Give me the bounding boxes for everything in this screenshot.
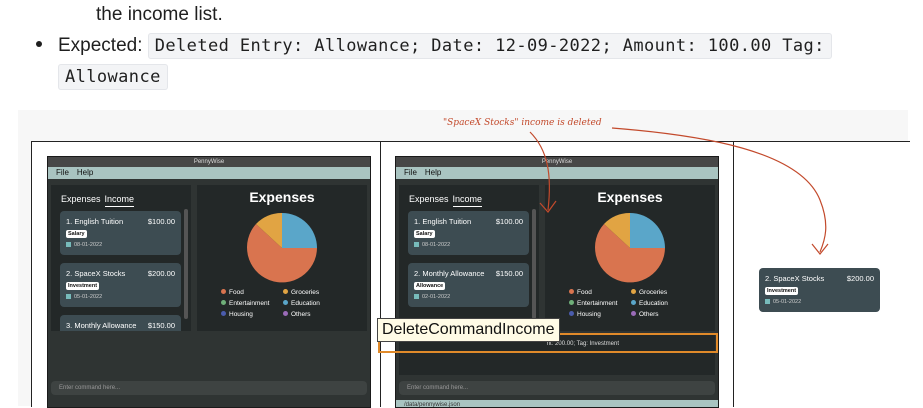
arrow-to-deleted-card [611,127,827,253]
arrowhead [811,243,829,255]
annotation-arrows [529,127,829,255]
arrow-to-list [529,131,550,211]
